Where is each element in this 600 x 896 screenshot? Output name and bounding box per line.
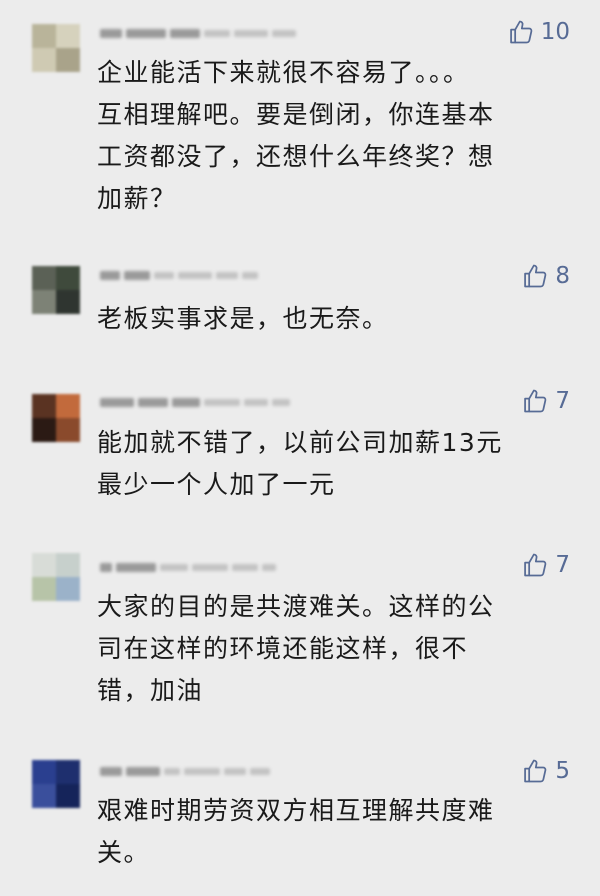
nickname[interactable] [100, 764, 270, 778]
like-button[interactable]: 5 [521, 756, 570, 786]
like-count: 8 [555, 263, 570, 289]
like-button[interactable]: 10 [507, 17, 570, 47]
comment-text: 企业能活下来就很不容易了。。。 互相理解吧。要是倒闭，你连基本 工资都没了，还想… [97, 58, 495, 213]
avatar[interactable] [32, 266, 80, 314]
thumbs-up-icon [524, 759, 547, 783]
comment-text: 老板实事求是，也无奈。 [97, 304, 389, 333]
like-button[interactable]: 7 [521, 386, 570, 416]
avatar[interactable] [32, 24, 80, 72]
like-count: 5 [555, 758, 570, 784]
thumbs-up-icon [524, 553, 547, 577]
nickname[interactable] [100, 395, 290, 409]
like-count: 10 [540, 19, 570, 45]
avatar[interactable] [32, 394, 80, 442]
thumbs-up-icon [524, 264, 547, 288]
thumbs-up-icon [524, 389, 547, 413]
like-button[interactable]: 7 [521, 550, 570, 580]
like-button[interactable]: 8 [521, 261, 570, 291]
nickname[interactable] [100, 26, 296, 40]
comment-text: 能加就不错了，以前公司加薪13元 最少一个人加了一元 [97, 428, 503, 499]
avatar[interactable] [32, 760, 80, 808]
like-count: 7 [555, 388, 570, 414]
nickname[interactable] [100, 268, 258, 282]
like-count: 7 [555, 552, 570, 578]
comment-text: 艰难时期劳资双方相互理解共度难 关。 [97, 796, 495, 867]
comment-text: 大家的目的是共渡难关。这样的公 司在这样的环境还能这样，很不 错，加油 [97, 592, 495, 705]
avatar[interactable] [32, 553, 80, 601]
nickname[interactable] [100, 560, 276, 574]
thumbs-up-icon [509, 20, 533, 44]
